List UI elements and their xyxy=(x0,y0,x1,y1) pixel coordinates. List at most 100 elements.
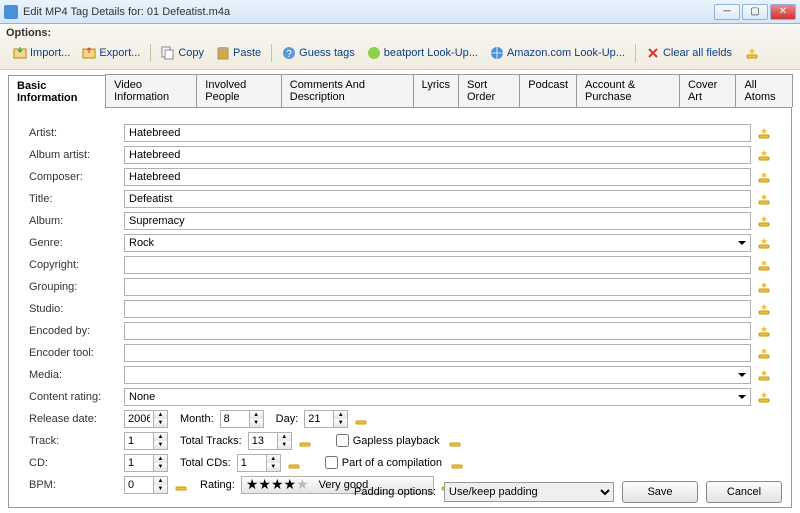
tab-podcast[interactable]: Podcast xyxy=(519,74,577,107)
minimize-button[interactable]: ─ xyxy=(714,4,740,20)
paste-button[interactable]: Paste xyxy=(211,43,266,63)
wand-icon[interactable] xyxy=(757,148,771,162)
content_rating-field[interactable] xyxy=(124,388,751,406)
total-tracks-input[interactable] xyxy=(249,433,277,449)
rating-label: Rating: xyxy=(200,479,235,491)
bpm-input[interactable] xyxy=(125,477,153,493)
cancel-button[interactable]: Cancel xyxy=(706,481,782,503)
encoded_by-field[interactable] xyxy=(124,322,751,340)
day-label: Day: xyxy=(276,413,299,425)
year-stepper[interactable]: ▲▼ xyxy=(124,410,168,428)
content_rating-label: Content rating: xyxy=(29,391,124,403)
paste-icon xyxy=(216,46,230,60)
padding-select[interactable]: Use/keep padding xyxy=(444,482,614,502)
wand-icon[interactable] xyxy=(287,456,301,470)
cd-stepper[interactable]: ▲▼ xyxy=(124,454,168,472)
cd-input[interactable] xyxy=(125,455,153,471)
copyright-field[interactable] xyxy=(124,256,751,274)
options-label: Options: xyxy=(6,27,794,39)
export-icon xyxy=(82,46,96,60)
total-cds-label: Total CDs: xyxy=(180,457,231,469)
total-tracks-stepper[interactable]: ▲▼ xyxy=(248,432,292,450)
day-input[interactable] xyxy=(305,411,333,427)
wand-icon[interactable] xyxy=(448,434,462,448)
tab-sort-order[interactable]: Sort Order xyxy=(458,74,520,107)
window-title: Edit MP4 Tag Details for: 01 Defeatist.m… xyxy=(23,6,714,18)
album_artist-field[interactable] xyxy=(124,146,751,164)
amazon-button[interactable]: Amazon.com Look-Up... xyxy=(485,43,630,63)
tab-account-purchase[interactable]: Account & Purchase xyxy=(576,74,680,107)
wand-icon[interactable] xyxy=(757,236,771,250)
import-button[interactable]: Import... xyxy=(8,43,75,63)
title-field[interactable] xyxy=(124,190,751,208)
total-cds-stepper[interactable]: ▲▼ xyxy=(237,454,281,472)
tab-lyrics[interactable]: Lyrics xyxy=(413,74,459,107)
artist-field[interactable] xyxy=(124,124,751,142)
composer-field[interactable] xyxy=(124,168,751,186)
beatport-button[interactable]: beatport Look-Up... xyxy=(362,43,483,63)
album-label: Album: xyxy=(29,215,124,227)
media-field[interactable] xyxy=(124,366,751,384)
album-field[interactable] xyxy=(124,212,751,230)
maximize-button[interactable]: ▢ xyxy=(742,4,768,20)
wand-icon[interactable] xyxy=(757,214,771,228)
wand-icon[interactable] xyxy=(757,368,771,382)
bpm-stepper[interactable]: ▲▼ xyxy=(124,476,168,494)
export-button[interactable]: Export... xyxy=(77,43,145,63)
total-cds-input[interactable] xyxy=(238,455,266,471)
tab-comments-and-description[interactable]: Comments And Description xyxy=(281,74,414,107)
album_artist-label: Album artist: xyxy=(29,149,124,161)
wand-icon[interactable] xyxy=(174,478,188,492)
wand-icon[interactable] xyxy=(745,46,759,60)
year-input[interactable] xyxy=(125,411,153,427)
release-date-label: Release date: xyxy=(29,413,124,425)
wand-icon[interactable] xyxy=(757,346,771,360)
wand-icon[interactable] xyxy=(757,390,771,404)
encoded_by-label: Encoded by: xyxy=(29,325,124,337)
wand-icon[interactable] xyxy=(757,280,771,294)
total-tracks-label: Total Tracks: xyxy=(180,435,242,447)
tab-all-atoms[interactable]: All Atoms xyxy=(735,74,793,107)
close-button[interactable]: ✕ xyxy=(770,4,796,20)
clear-fields-button[interactable]: Clear all fields xyxy=(641,43,737,63)
genre-field[interactable] xyxy=(124,234,751,252)
wand-icon[interactable] xyxy=(757,258,771,272)
title-label: Title: xyxy=(29,193,124,205)
tab-involved-people[interactable]: Involved People xyxy=(196,74,281,107)
import-icon xyxy=(13,46,27,60)
compilation-checkbox[interactable]: Part of a compilation xyxy=(325,456,442,469)
wand-icon[interactable] xyxy=(757,170,771,184)
svg-text:?: ? xyxy=(286,49,292,60)
wand-icon[interactable] xyxy=(354,412,368,426)
encoder_tool-label: Encoder tool: xyxy=(29,347,124,359)
guess-tags-button[interactable]: ?Guess tags xyxy=(277,43,360,63)
wand-icon[interactable] xyxy=(757,302,771,316)
copyright-label: Copyright: xyxy=(29,259,124,271)
month-stepper[interactable]: ▲▼ xyxy=(220,410,264,428)
save-button[interactable]: Save xyxy=(622,481,698,503)
day-stepper[interactable]: ▲▼ xyxy=(304,410,348,428)
month-input[interactable] xyxy=(221,411,249,427)
tab-video-information[interactable]: Video Information xyxy=(105,74,197,107)
studio-field[interactable] xyxy=(124,300,751,318)
bpm-label: BPM: xyxy=(29,479,124,491)
wand-icon[interactable] xyxy=(757,192,771,206)
media-label: Media: xyxy=(29,369,124,381)
track-input[interactable] xyxy=(125,433,153,449)
wand-icon[interactable] xyxy=(757,126,771,140)
help-icon: ? xyxy=(282,46,296,60)
genre-label: Genre: xyxy=(29,237,124,249)
cd-label: CD: xyxy=(29,457,124,469)
grouping-field[interactable] xyxy=(124,278,751,296)
studio-label: Studio: xyxy=(29,303,124,315)
track-stepper[interactable]: ▲▼ xyxy=(124,432,168,450)
tab-basic-information[interactable]: Basic Information xyxy=(8,75,106,108)
wand-icon[interactable] xyxy=(450,456,464,470)
beatport-icon xyxy=(367,46,381,60)
tab-cover-art[interactable]: Cover Art xyxy=(679,74,737,107)
encoder_tool-field[interactable] xyxy=(124,344,751,362)
copy-button[interactable]: Copy xyxy=(156,43,209,63)
wand-icon[interactable] xyxy=(298,434,312,448)
gapless-checkbox[interactable]: Gapless playback xyxy=(336,434,440,447)
wand-icon[interactable] xyxy=(757,324,771,338)
